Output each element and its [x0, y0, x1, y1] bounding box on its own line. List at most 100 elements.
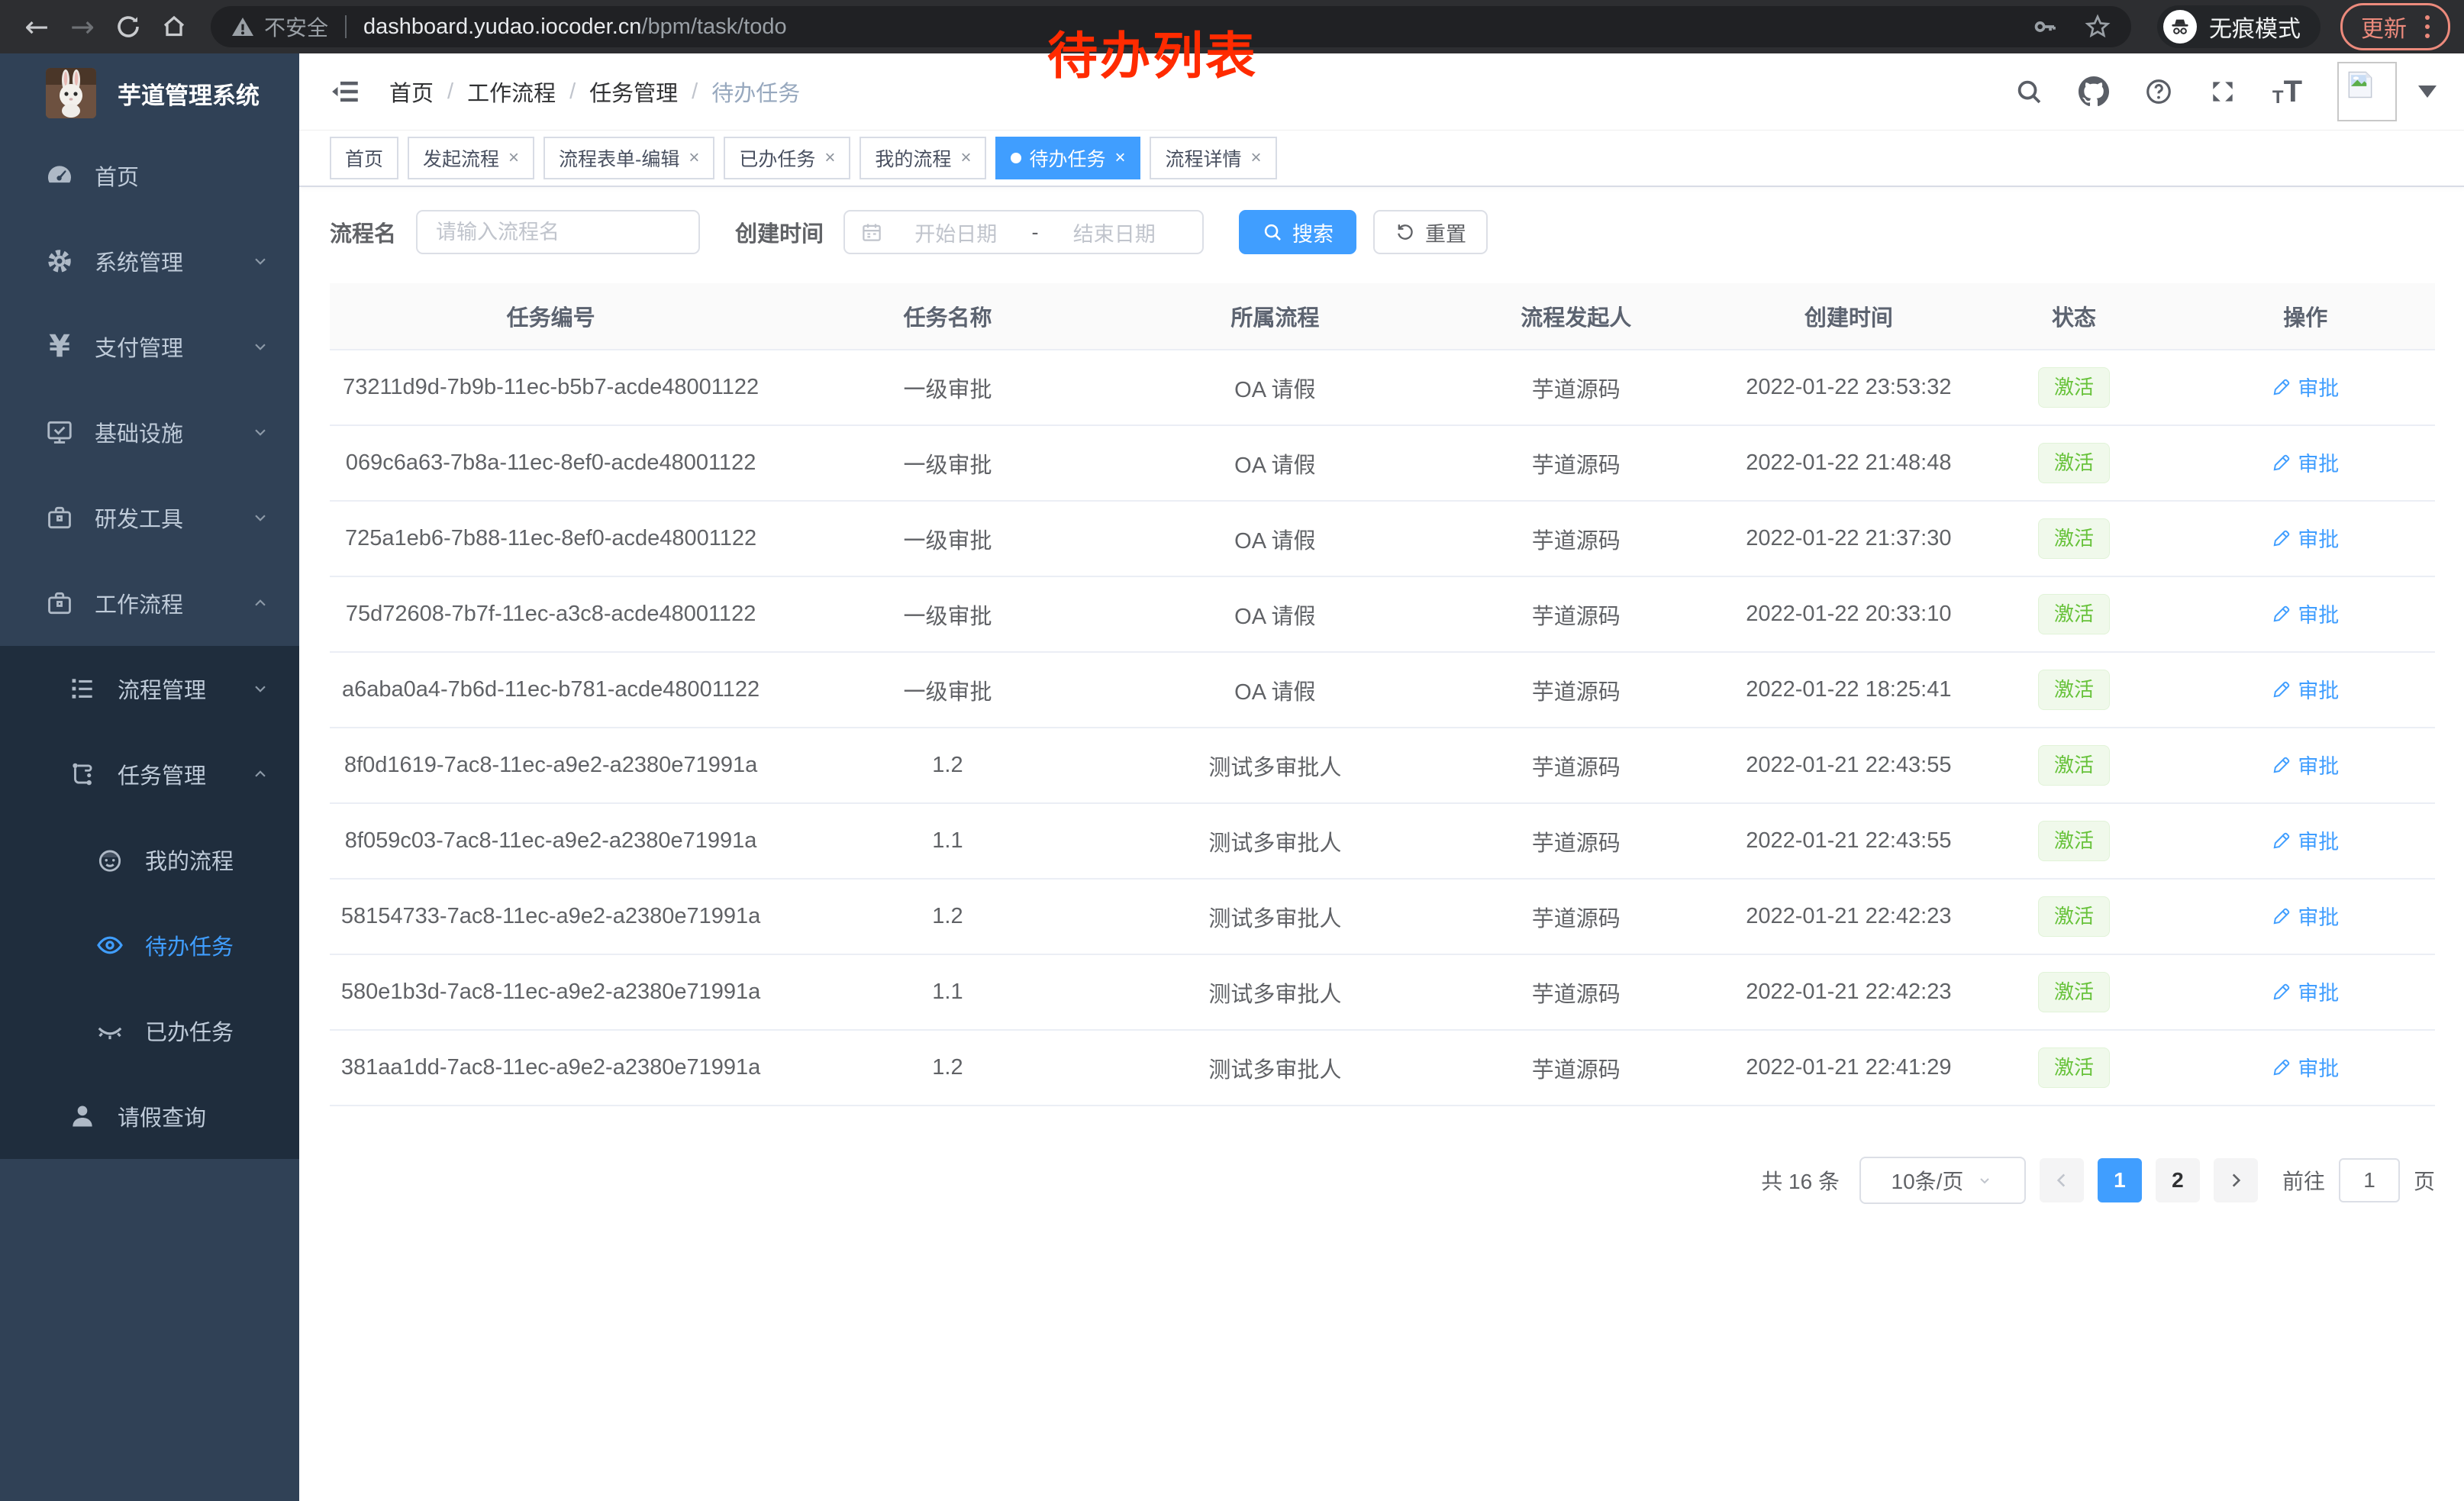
sidebar-item-label: 待办任务: [145, 929, 234, 961]
action-cell: 审批: [2176, 372, 2435, 403]
end-date-placeholder[interactable]: 结束日期: [1042, 218, 1188, 247]
status-cell: 激活: [1972, 972, 2176, 1012]
tab-2[interactable]: 流程表单-编辑×: [543, 137, 714, 179]
process-name-input[interactable]: [434, 220, 682, 245]
tab-0[interactable]: 首页: [330, 137, 398, 179]
sidebar-item-label: 已办任务: [145, 1015, 234, 1047]
table-row-6: 8f059c03-7ac8-11ec-a9e2-a2380e71991a1.1测…: [330, 804, 2435, 880]
tab-close-icon[interactable]: ×: [824, 149, 835, 167]
table-row-1: 069c6a63-7b8a-11ec-8ef0-acde48001122一级审批…: [330, 426, 2435, 502]
task-name-cell: 1.1: [772, 828, 1124, 854]
app-header: 首页/工作流程/任务管理/待办任务 TT: [299, 53, 2464, 131]
forward-icon[interactable]: →: [63, 7, 102, 47]
tab-close-icon[interactable]: ×: [689, 149, 699, 167]
sidebar-item-8[interactable]: 我的流程: [0, 817, 299, 902]
next-page-button[interactable]: [2214, 1158, 2258, 1202]
action-cell: 审批: [2176, 523, 2435, 554]
sidebar-item-5[interactable]: 工作流程: [0, 560, 299, 646]
approve-link[interactable]: 审批: [2272, 976, 2339, 1006]
table-row-7: 58154733-7ac8-11ec-a9e2-a2380e71991a1.2测…: [330, 880, 2435, 955]
page-size-select[interactable]: 10条/页: [1859, 1157, 2026, 1204]
create-time-cell: 2022-01-21 22:41:29: [1726, 1055, 1972, 1080]
tags-view-bar: 首页发起流程×流程表单-编辑×已办任务×我的流程×待办任务×流程详情×: [299, 131, 2464, 187]
approve-link[interactable]: 审批: [2272, 825, 2339, 855]
home-icon[interactable]: [154, 7, 194, 47]
url-path[interactable]: /bpm/task/todo: [641, 15, 786, 40]
tab-label: 已办任务: [739, 144, 815, 172]
tab-close-icon[interactable]: ×: [1251, 149, 1262, 167]
sidebar-item-9[interactable]: 待办任务: [0, 902, 299, 988]
tab-label: 发起流程: [423, 144, 499, 172]
prev-page-button[interactable]: [2040, 1158, 2084, 1202]
breadcrumb-item[interactable]: 工作流程: [467, 76, 556, 108]
app-logo-row[interactable]: 芋道管理系统: [0, 53, 299, 133]
eye-closed-icon: [93, 1016, 127, 1045]
browser-update-button[interactable]: 更新: [2340, 3, 2450, 50]
approve-link[interactable]: 审批: [2272, 1052, 2339, 1082]
sidebar-item-11[interactable]: 请假查询: [0, 1073, 299, 1159]
sidebar-item-6[interactable]: 流程管理: [0, 646, 299, 731]
chevron-down-icon: [250, 251, 270, 271]
bookmark-star-icon[interactable]: [2084, 13, 2111, 40]
tab-4[interactable]: 我的流程×: [859, 137, 986, 179]
task-name-cell: 一级审批: [772, 523, 1124, 555]
approve-link[interactable]: 审批: [2272, 447, 2339, 477]
sidebar-item-3[interactable]: 基础设施: [0, 389, 299, 475]
back-icon[interactable]: ←: [17, 7, 56, 47]
process-name-cell: 测试多审批人: [1124, 1052, 1427, 1084]
task-id-cell: a6aba0a4-7b6d-11ec-b781-acde48001122: [330, 677, 772, 702]
url-host[interactable]: dashboard.yudao.iocoder.cn: [363, 15, 641, 40]
tab-3[interactable]: 已办任务 ×: [724, 137, 850, 179]
hamburger-collapse-icon[interactable]: [330, 76, 362, 108]
sidebar-item-4[interactable]: 研发工具: [0, 475, 299, 560]
approve-link[interactable]: 审批: [2272, 523, 2339, 553]
approve-link-label: 审批: [2298, 523, 2339, 553]
sidebar-item-label: 首页: [95, 160, 139, 192]
github-icon[interactable]: [2079, 76, 2109, 107]
status-badge: 激活: [2038, 594, 2110, 634]
update-label[interactable]: 更新: [2361, 10, 2407, 44]
font-size-icon[interactable]: TT: [2272, 76, 2302, 107]
sidebar-item-7[interactable]: 任务管理: [0, 731, 299, 817]
todo-task-table: 任务编号任务名称所属流程流程发起人创建时间状态操作 73211d9d-7b9b-…: [330, 283, 2435, 1106]
start-date-placeholder[interactable]: 开始日期: [883, 218, 1029, 247]
status-cell: 激活: [1972, 367, 2176, 408]
breadcrumb-item[interactable]: 任务管理: [589, 76, 678, 108]
tab-5[interactable]: 待办任务×: [995, 137, 1140, 179]
key-icon[interactable]: [2032, 14, 2058, 40]
fullscreen-icon[interactable]: [2208, 77, 2237, 106]
security-label[interactable]: 不安全: [264, 11, 328, 42]
sidebar-item-1[interactable]: 系统管理: [0, 218, 299, 304]
chevron-down-icon: [250, 337, 270, 357]
tab-close-icon[interactable]: ×: [508, 149, 519, 167]
goto-page-input[interactable]: [2339, 1158, 2400, 1202]
avatar-caret-icon[interactable]: [2418, 86, 2437, 98]
toolbox-icon: [43, 503, 76, 532]
reload-icon[interactable]: [108, 7, 148, 47]
search-button[interactable]: 搜索: [1239, 210, 1356, 254]
browser-menu-icon[interactable]: [2420, 15, 2434, 38]
reset-button[interactable]: 重置: [1373, 210, 1488, 254]
approve-link[interactable]: 审批: [2272, 599, 2339, 628]
tab-6[interactable]: 流程详情×: [1150, 137, 1276, 179]
breadcrumb-item[interactable]: 首页: [389, 76, 434, 108]
approve-link[interactable]: 审批: [2272, 750, 2339, 780]
page-number-1[interactable]: 1: [2098, 1158, 2142, 1202]
sidebar-item-10[interactable]: 已办任务: [0, 988, 299, 1073]
approve-link[interactable]: 审批: [2272, 901, 2339, 931]
approve-link[interactable]: 审批: [2272, 372, 2339, 402]
tab-close-icon[interactable]: ×: [1114, 149, 1125, 167]
avatar[interactable]: [2337, 62, 2397, 121]
approve-link[interactable]: 审批: [2272, 674, 2339, 704]
sidebar-item-2[interactable]: ¥支付管理: [0, 304, 299, 389]
help-icon[interactable]: [2144, 77, 2173, 106]
tab-close-icon[interactable]: ×: [960, 149, 971, 167]
sidebar-item-0[interactable]: 首页: [0, 133, 299, 218]
search-icon[interactable]: [2014, 77, 2043, 106]
task-id-cell: 725a1eb6-7b88-11ec-8ef0-acde48001122: [330, 526, 772, 551]
gear-icon: [43, 247, 76, 276]
tab-1[interactable]: 发起流程 ×: [408, 137, 534, 179]
sidebar-item-label: 基础设施: [95, 416, 183, 448]
page-number-2[interactable]: 2: [2156, 1158, 2200, 1202]
date-range-picker[interactable]: 开始日期 - 结束日期: [843, 210, 1204, 254]
